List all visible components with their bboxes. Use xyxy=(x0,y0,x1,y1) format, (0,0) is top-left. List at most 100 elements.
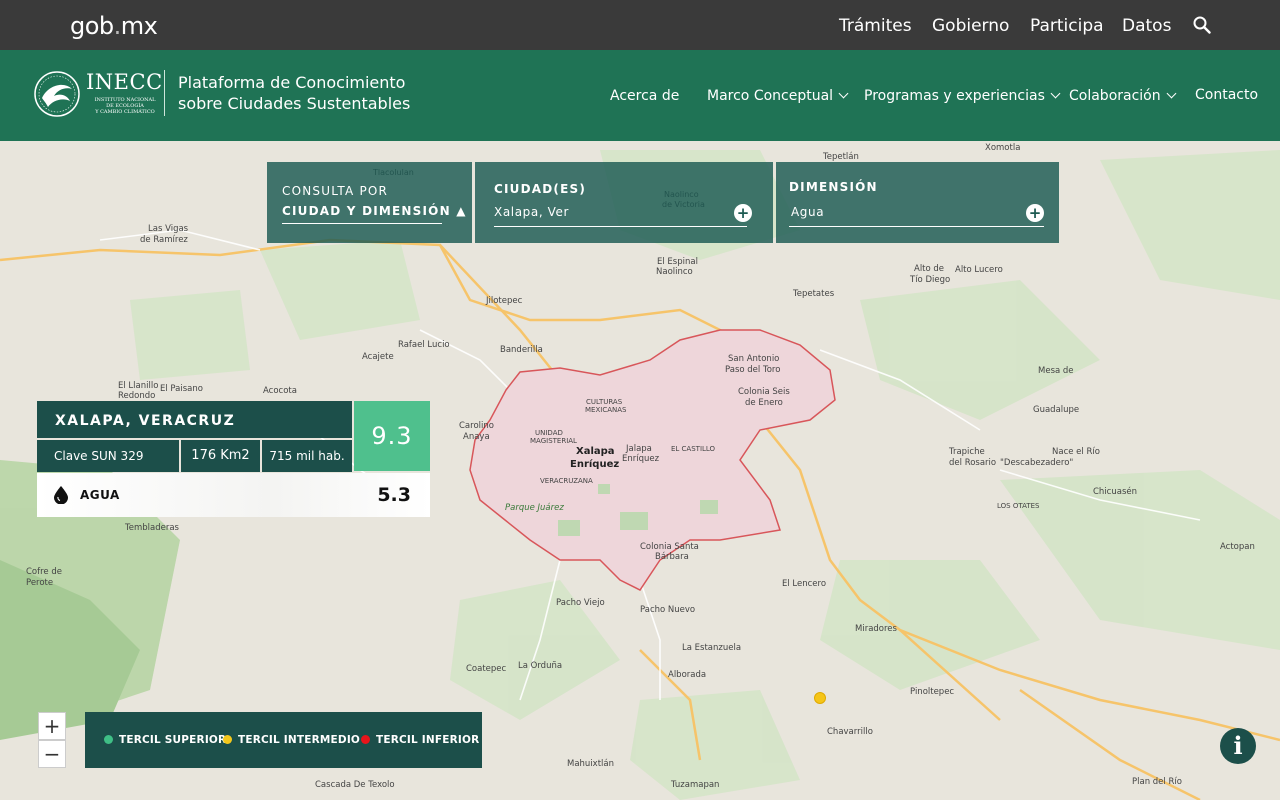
svg-text:Acocota: Acocota xyxy=(263,386,297,396)
nav-acerca-de[interactable]: Acerca de xyxy=(610,88,679,104)
yellow-dot-icon xyxy=(223,735,232,744)
svg-text:Acajete: Acajete xyxy=(362,352,394,362)
svg-text:Tepetates: Tepetates xyxy=(792,289,835,299)
svg-text:Cascada De Texolo: Cascada De Texolo xyxy=(315,780,395,790)
svg-text:Alborada: Alborada xyxy=(668,670,706,680)
svg-text:Colonia Santa: Colonia Santa xyxy=(640,542,699,552)
svg-text:Bárbara: Bárbara xyxy=(655,552,689,562)
gob-mx-logo[interactable]: gob.mx xyxy=(70,12,158,40)
svg-text:Coatepec: Coatepec xyxy=(466,664,507,674)
chevron-down-icon xyxy=(1050,88,1061,99)
svg-text:Pacho Viejo: Pacho Viejo xyxy=(556,598,605,608)
dimension-row[interactable]: AGUA 5.3 xyxy=(37,473,430,517)
topnav-tramites[interactable]: Trámites xyxy=(839,16,912,36)
svg-text:Perote: Perote xyxy=(26,578,53,588)
svg-text:CULTURAS: CULTURAS xyxy=(586,398,623,406)
ciudad-label: CIUDAD(ES) xyxy=(494,182,587,196)
svg-text:Tío Diego: Tío Diego xyxy=(909,275,950,285)
red-dot-icon xyxy=(361,735,370,744)
svg-text:Alto Lucero: Alto Lucero xyxy=(955,265,1003,275)
svg-text:Enríquez: Enríquez xyxy=(622,454,660,464)
zoom-out-button[interactable]: − xyxy=(38,740,66,768)
topnav-datos[interactable]: Datos xyxy=(1122,16,1171,36)
svg-text:Jilotepec: Jilotepec xyxy=(485,296,523,306)
inecc-brand-subtitle: INSTITUTO NACIONAL DE ECOLOGÍA Y CAMBIO … xyxy=(94,97,156,115)
dimension-underline xyxy=(789,226,1044,227)
svg-text:Paso del Toro: Paso del Toro xyxy=(725,365,780,375)
consulta-panel[interactable]: CONSULTA POR CIUDAD Y DIMENSIÓN ▲ xyxy=(267,162,472,243)
svg-text:Pacho Nuevo: Pacho Nuevo xyxy=(640,605,695,615)
city-population: 715 mil hab. xyxy=(262,440,352,472)
svg-text:Xomotla: Xomotla xyxy=(985,143,1020,153)
inecc-brand-name: INECC xyxy=(86,70,163,94)
platform-title[interactable]: Plataforma de Conocimiento sobre Ciudade… xyxy=(178,72,410,114)
svg-text:del Rosario: del Rosario xyxy=(949,458,996,468)
zoom-in-button[interactable]: + xyxy=(38,712,66,740)
svg-text:MEXICANAS: MEXICANAS xyxy=(585,406,627,414)
svg-text:Chavarrillo: Chavarrillo xyxy=(827,727,873,737)
map-marker[interactable] xyxy=(814,692,826,704)
svg-text:de Enero: de Enero xyxy=(745,398,783,408)
svg-text:Trapiche: Trapiche xyxy=(948,447,985,457)
svg-text:"Descabezadero": "Descabezadero" xyxy=(1000,458,1073,468)
svg-text:LOS OTATES: LOS OTATES xyxy=(997,502,1040,510)
svg-text:San Antonio: San Antonio xyxy=(728,354,779,364)
dimension-label: DIMENSIÓN xyxy=(789,180,878,194)
city-score: 9.3 xyxy=(354,401,430,471)
svg-text:UNIDAD: UNIDAD xyxy=(535,429,563,437)
info-button[interactable]: i xyxy=(1220,728,1256,764)
consulta-mode[interactable]: CIUDAD Y DIMENSIÓN ▲ xyxy=(282,204,467,218)
svg-text:Carolino: Carolino xyxy=(459,421,494,431)
svg-text:Las Vigas: Las Vigas xyxy=(148,224,189,234)
green-dot-icon xyxy=(104,735,113,744)
dimension-panel: DIMENSIÓN Agua + xyxy=(776,162,1059,243)
svg-text:Jalapa: Jalapa xyxy=(625,444,652,454)
svg-text:Colonia Seis: Colonia Seis xyxy=(738,387,790,397)
svg-text:Tuzamapan: Tuzamapan xyxy=(670,780,719,790)
nav-contacto[interactable]: Contacto xyxy=(1195,87,1258,103)
topnav-gobierno[interactable]: Gobierno xyxy=(932,16,1009,36)
dimension-row-label: AGUA xyxy=(80,488,120,502)
info-icon: i xyxy=(1233,731,1243,760)
city-name[interactable]: XALAPA, VERACRUZ xyxy=(37,401,352,438)
legend-tercil-superior: TERCIL SUPERIOR xyxy=(104,734,226,746)
svg-text:Mesa de: Mesa de xyxy=(1038,366,1074,376)
svg-text:Rafael Lucio: Rafael Lucio xyxy=(398,340,450,350)
gob-topbar: gob.mx Trámites Gobierno Participa Datos xyxy=(0,0,1280,50)
nav-marco-conceptual[interactable]: Marco Conceptual xyxy=(707,88,849,104)
city-area: 176 Km2 xyxy=(181,440,260,472)
add-dimension-button[interactable]: + xyxy=(1026,204,1044,222)
legend: TERCIL SUPERIOR TERCIL INTERMEDIO TERCIL… xyxy=(85,712,482,768)
svg-text:MAGISTERIAL: MAGISTERIAL xyxy=(530,437,577,445)
svg-text:Enríquez: Enríquez xyxy=(570,458,619,470)
nav-programas-experiencias[interactable]: Programas y experiencias xyxy=(864,88,1061,104)
search-icon[interactable] xyxy=(1193,16,1211,34)
svg-text:La Estanzuela: La Estanzuela xyxy=(682,643,741,653)
dimension-input[interactable]: Agua xyxy=(791,205,824,219)
city-clave: Clave SUN 329 xyxy=(37,440,179,472)
svg-text:Alto de: Alto de xyxy=(914,264,944,274)
svg-text:El Lencero: El Lencero xyxy=(782,579,826,589)
svg-text:Miradores: Miradores xyxy=(855,624,898,634)
ciudad-input[interactable]: Xalapa, Ver xyxy=(494,205,569,219)
inecc-emblem-icon[interactable] xyxy=(34,71,80,117)
ciudad-panel: CIUDAD(ES) Xalapa, Ver + xyxy=(475,162,773,243)
svg-text:Xalapa: Xalapa xyxy=(576,446,615,457)
nav-colaboracion[interactable]: Colaboración xyxy=(1069,88,1177,104)
chevron-down-icon xyxy=(838,88,849,99)
chevron-down-icon xyxy=(1166,88,1177,99)
topnav-participa[interactable]: Participa xyxy=(1030,16,1104,36)
svg-text:Cofre de: Cofre de xyxy=(26,567,62,577)
svg-text:Parque Juárez: Parque Juárez xyxy=(505,503,564,513)
svg-text:VERACRUZANA: VERACRUZANA xyxy=(540,477,593,485)
svg-text:Pinoltepec: Pinoltepec xyxy=(910,687,954,697)
svg-text:Actopan: Actopan xyxy=(1220,542,1255,552)
add-city-button[interactable]: + xyxy=(734,204,752,222)
svg-text:EL CASTILLO: EL CASTILLO xyxy=(671,445,716,453)
ciudad-underline xyxy=(494,226,747,227)
svg-text:Tembladeras: Tembladeras xyxy=(124,523,180,533)
svg-text:El Llanillo: El Llanillo xyxy=(118,381,158,391)
site-header: INECC INSTITUTO NACIONAL DE ECOLOGÍA Y C… xyxy=(0,50,1280,141)
svg-text:Banderilla: Banderilla xyxy=(500,345,543,355)
svg-text:Redondo: Redondo xyxy=(118,391,155,401)
